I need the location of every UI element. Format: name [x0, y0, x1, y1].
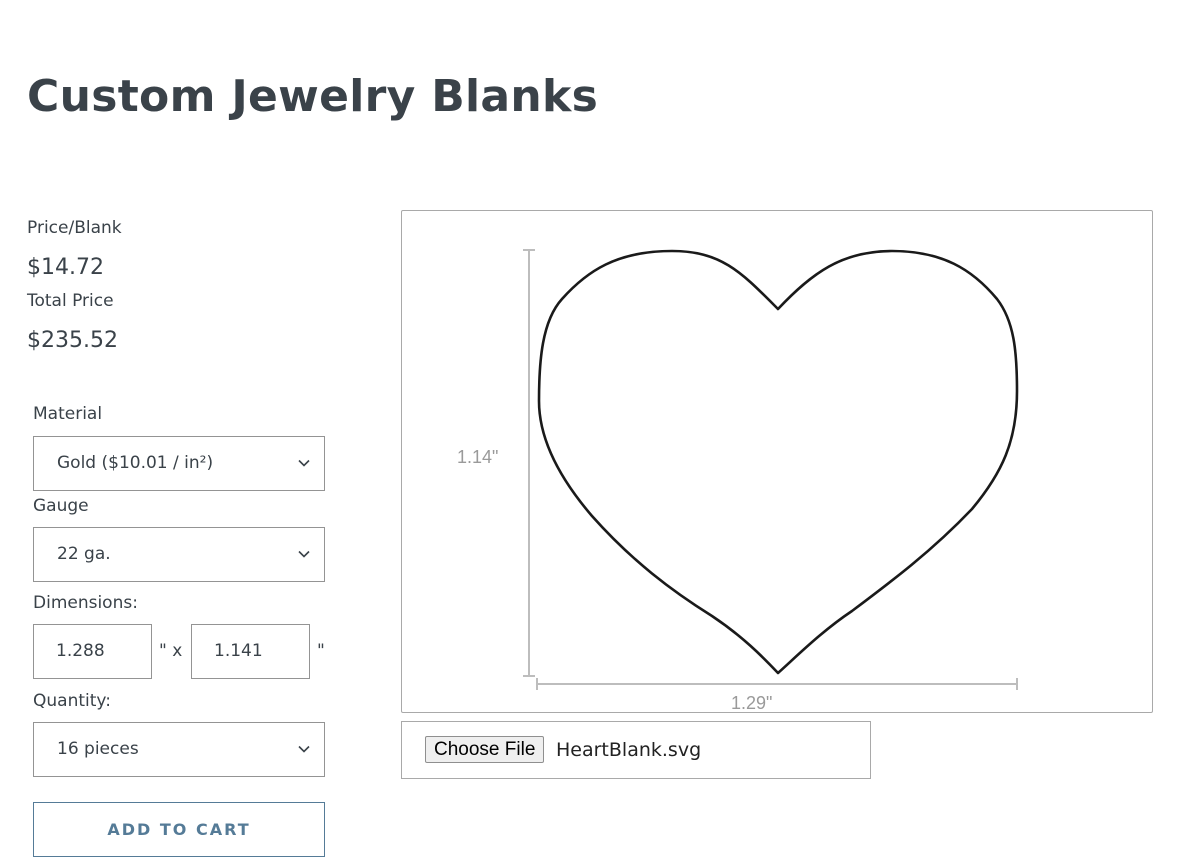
add-to-cart-label: ADD TO CART [107, 820, 251, 839]
height-input-value: 1.141 [214, 641, 263, 661]
add-to-cart-button[interactable]: ADD TO CART [33, 802, 325, 857]
chevron-down-icon [298, 745, 310, 753]
selected-file-name: HeartBlank.svg [556, 739, 702, 761]
price-per-blank-value: $14.72 [27, 255, 104, 280]
price-per-blank-label: Price/Blank [27, 218, 122, 238]
width-input[interactable]: 1.288 [33, 624, 152, 679]
choose-file-button[interactable]: Choose File [425, 736, 545, 763]
material-label: Material [33, 404, 103, 424]
height-dimension-label: 1.14" [457, 447, 498, 467]
dimension-times-separator: " x [159, 641, 183, 661]
page-title: Custom Jewelry Blanks [27, 71, 599, 122]
material-select-value: Gold ($10.01 / in²) [57, 453, 214, 473]
total-price-value: $235.52 [27, 328, 118, 353]
chevron-down-icon [298, 459, 310, 467]
quantity-label: Quantity: [33, 691, 111, 711]
file-upload-panel: Choose File HeartBlank.svg [401, 721, 871, 779]
height-input[interactable]: 1.141 [191, 624, 310, 679]
gauge-label: Gauge [33, 496, 89, 516]
width-dimension-line [536, 678, 1018, 690]
gauge-select-value: 22 ga. [57, 544, 111, 564]
width-input-value: 1.288 [56, 641, 105, 661]
shape-preview-canvas: 1.14" 1.29" [457, 249, 1019, 712]
quantity-select-value: 16 pieces [57, 739, 139, 759]
heart-shape-outline [537, 249, 1019, 675]
dimensions-label: Dimensions: [33, 593, 138, 613]
material-select[interactable]: Gold ($10.01 / in²) [33, 436, 325, 491]
gauge-select[interactable]: 22 ga. [33, 527, 325, 582]
height-dimension-line [523, 249, 535, 677]
quantity-select[interactable]: 16 pieces [33, 722, 325, 777]
shape-preview-panel: 1.14" 1.29" [401, 210, 1153, 713]
total-price-label: Total Price [27, 291, 114, 311]
width-dimension-label: 1.29" [731, 693, 772, 712]
dimension-inch-mark: " [317, 641, 325, 661]
chevron-down-icon [298, 550, 310, 558]
